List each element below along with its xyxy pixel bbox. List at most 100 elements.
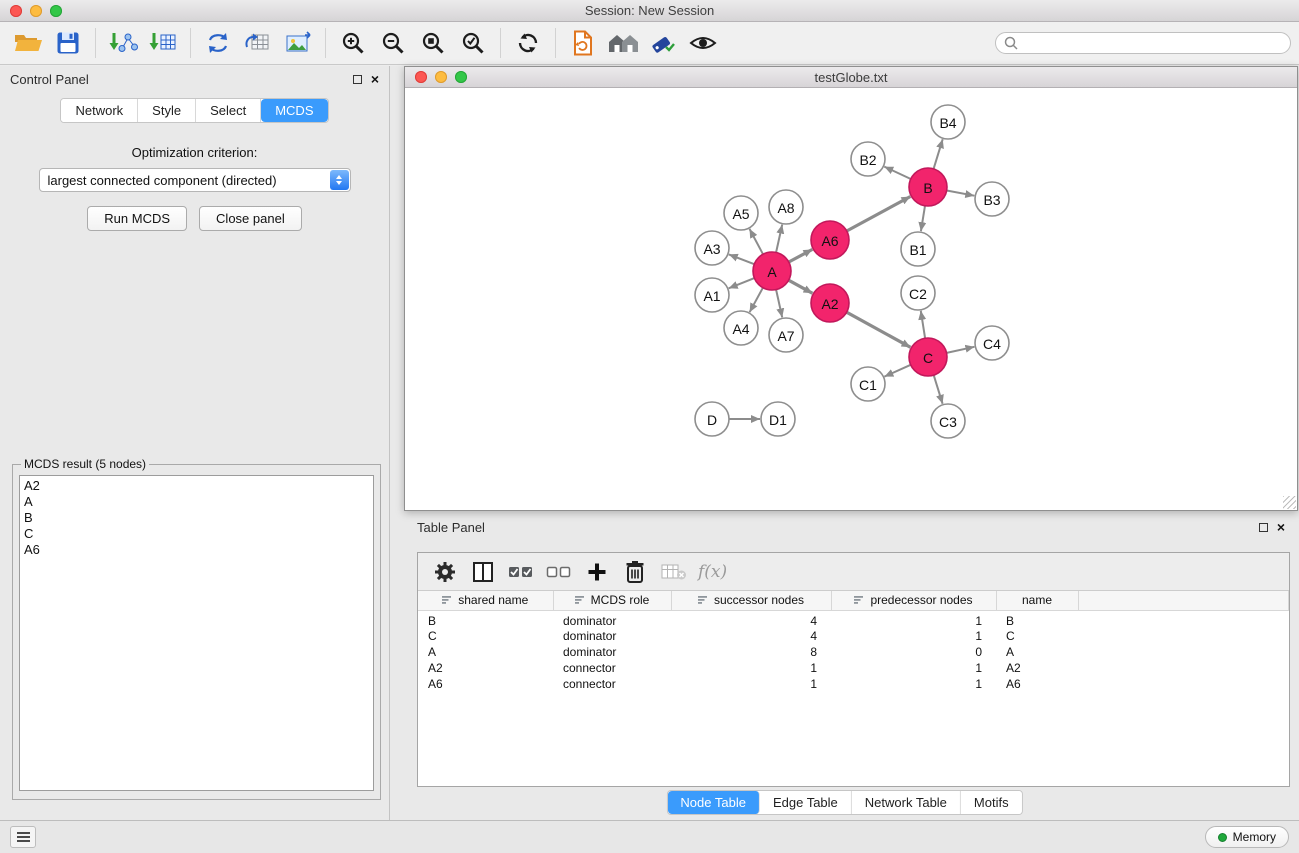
network-node[interactable]: A7: [769, 318, 803, 352]
network-edge[interactable]: [934, 139, 943, 169]
network-node[interactable]: B3: [975, 182, 1009, 216]
cell-mcds-role[interactable]: connector: [553, 676, 671, 692]
tab-edge-table[interactable]: Edge Table: [760, 791, 852, 814]
column-header-shared-name[interactable]: shared name: [418, 591, 553, 610]
mcds-result-item[interactable]: A: [24, 494, 369, 510]
search-input[interactable]: [1023, 36, 1282, 50]
close-window-button[interactable]: [10, 5, 22, 17]
network-edge[interactable]: [789, 280, 813, 293]
cell-shared-name[interactable]: A: [418, 644, 553, 660]
network-node[interactable]: D: [695, 402, 729, 436]
cell-name[interactable]: C: [996, 628, 1078, 644]
network-edge[interactable]: [884, 167, 911, 179]
network-node[interactable]: C3: [931, 404, 965, 438]
zoom-fit-button[interactable]: [413, 24, 453, 62]
delete-table-button[interactable]: [656, 556, 690, 588]
network-node[interactable]: A6: [811, 221, 849, 259]
network-node[interactable]: C4: [975, 326, 1009, 360]
mcds-result-item[interactable]: A6: [24, 542, 369, 558]
zoom-in-button[interactable]: [333, 24, 373, 62]
table-row[interactable]: B dominator 4 1 B: [418, 610, 1289, 628]
network-node[interactable]: C1: [851, 367, 885, 401]
zoom-selected-button[interactable]: [453, 24, 493, 62]
column-header-successor-nodes[interactable]: successor nodes: [671, 591, 831, 610]
network-node[interactable]: A5: [724, 196, 758, 230]
cell-predecessor-nodes[interactable]: 1: [831, 610, 996, 628]
network-node[interactable]: B: [909, 168, 947, 206]
network-node[interactable]: A3: [695, 231, 729, 265]
save-session-button[interactable]: [48, 24, 88, 62]
tab-node-table[interactable]: Node Table: [667, 791, 760, 814]
network-edge[interactable]: [921, 206, 925, 231]
network-edge[interactable]: [776, 290, 782, 318]
network-edge[interactable]: [847, 312, 911, 347]
network-edge[interactable]: [921, 311, 925, 338]
show-hide-button[interactable]: [683, 24, 723, 62]
tag-button[interactable]: [643, 24, 683, 62]
close-table-panel-icon[interactable]: ×: [1277, 520, 1285, 534]
cell-shared-name[interactable]: C: [418, 628, 553, 644]
network-edge[interactable]: [947, 191, 975, 196]
network-node[interactable]: A1: [695, 278, 729, 312]
delete-column-button[interactable]: [618, 556, 652, 588]
network-node[interactable]: B1: [901, 232, 935, 266]
network-edge[interactable]: [789, 249, 813, 262]
tab-motifs[interactable]: Motifs: [961, 791, 1022, 814]
network-node[interactable]: A8: [769, 190, 803, 224]
cell-mcds-role[interactable]: dominator: [553, 644, 671, 660]
cell-successor-nodes[interactable]: 8: [671, 644, 831, 660]
table-row[interactable]: C dominator 4 1 C: [418, 628, 1289, 644]
show-columns-button[interactable]: [466, 556, 500, 588]
network-node[interactable]: A: [753, 252, 791, 290]
network-node[interactable]: A2: [811, 284, 849, 322]
add-column-button[interactable]: [580, 556, 614, 588]
close-panel-button[interactable]: Close panel: [199, 206, 302, 231]
maximize-window-button[interactable]: [50, 5, 62, 17]
network-edge[interactable]: [750, 288, 763, 313]
minimize-window-button[interactable]: [30, 5, 42, 17]
tab-select[interactable]: Select: [196, 99, 261, 122]
column-header-mcds-role[interactable]: MCDS role: [553, 591, 671, 610]
task-history-button[interactable]: [10, 826, 36, 848]
new-table-button[interactable]: [238, 24, 278, 62]
network-edge[interactable]: [729, 278, 755, 288]
deselect-all-button[interactable]: [542, 556, 576, 588]
cell-predecessor-nodes[interactable]: 1: [831, 628, 996, 644]
network-canvas-area[interactable]: B4B2BB3A5A8A6A3B1AC2A1A2A4A7C4CC1C3DD1: [405, 88, 1297, 510]
network-edge[interactable]: [947, 347, 975, 353]
home-view-button[interactable]: [603, 24, 643, 62]
column-header-predecessor-nodes[interactable]: predecessor nodes: [831, 591, 996, 610]
document-button[interactable]: [563, 24, 603, 62]
maximize-network-window-button[interactable]: [455, 71, 467, 83]
cell-predecessor-nodes[interactable]: 0: [831, 644, 996, 660]
network-node[interactable]: B2: [851, 142, 885, 176]
cell-shared-name[interactable]: B: [418, 610, 553, 628]
cell-mcds-role[interactable]: connector: [553, 660, 671, 676]
cell-shared-name[interactable]: A6: [418, 676, 553, 692]
zoom-out-button[interactable]: [373, 24, 413, 62]
network-node[interactable]: C: [909, 338, 947, 376]
cell-predecessor-nodes[interactable]: 1: [831, 676, 996, 692]
network-node[interactable]: D1: [761, 402, 795, 436]
network-edge[interactable]: [750, 229, 764, 254]
table-row[interactable]: A2 connector 1 1 A2: [418, 660, 1289, 676]
mcds-result-item[interactable]: C: [24, 526, 369, 542]
table-row[interactable]: A6 connector 1 1 A6: [418, 676, 1289, 692]
cell-mcds-role[interactable]: dominator: [553, 628, 671, 644]
close-network-window-button[interactable]: [415, 71, 427, 83]
network-canvas[interactable]: B4B2BB3A5A8A6A3B1AC2A1A2A4A7C4CC1C3DD1: [405, 88, 1297, 510]
network-edge[interactable]: [729, 254, 755, 264]
tab-mcds[interactable]: MCDS: [261, 99, 327, 122]
table-row[interactable]: A dominator 8 0 A: [418, 644, 1289, 660]
mcds-result-item[interactable]: B: [24, 510, 369, 526]
resize-grip[interactable]: [1283, 496, 1296, 509]
cell-shared-name[interactable]: A2: [418, 660, 553, 676]
network-node[interactable]: C2: [901, 276, 935, 310]
column-header-name[interactable]: name: [996, 591, 1078, 610]
run-mcds-button[interactable]: Run MCDS: [87, 206, 187, 231]
function-builder-button[interactable]: f(x): [698, 562, 727, 582]
import-network-button[interactable]: [103, 24, 143, 62]
cell-name[interactable]: A6: [996, 676, 1078, 692]
float-panel-icon[interactable]: [353, 75, 362, 84]
cell-name[interactable]: A: [996, 644, 1078, 660]
